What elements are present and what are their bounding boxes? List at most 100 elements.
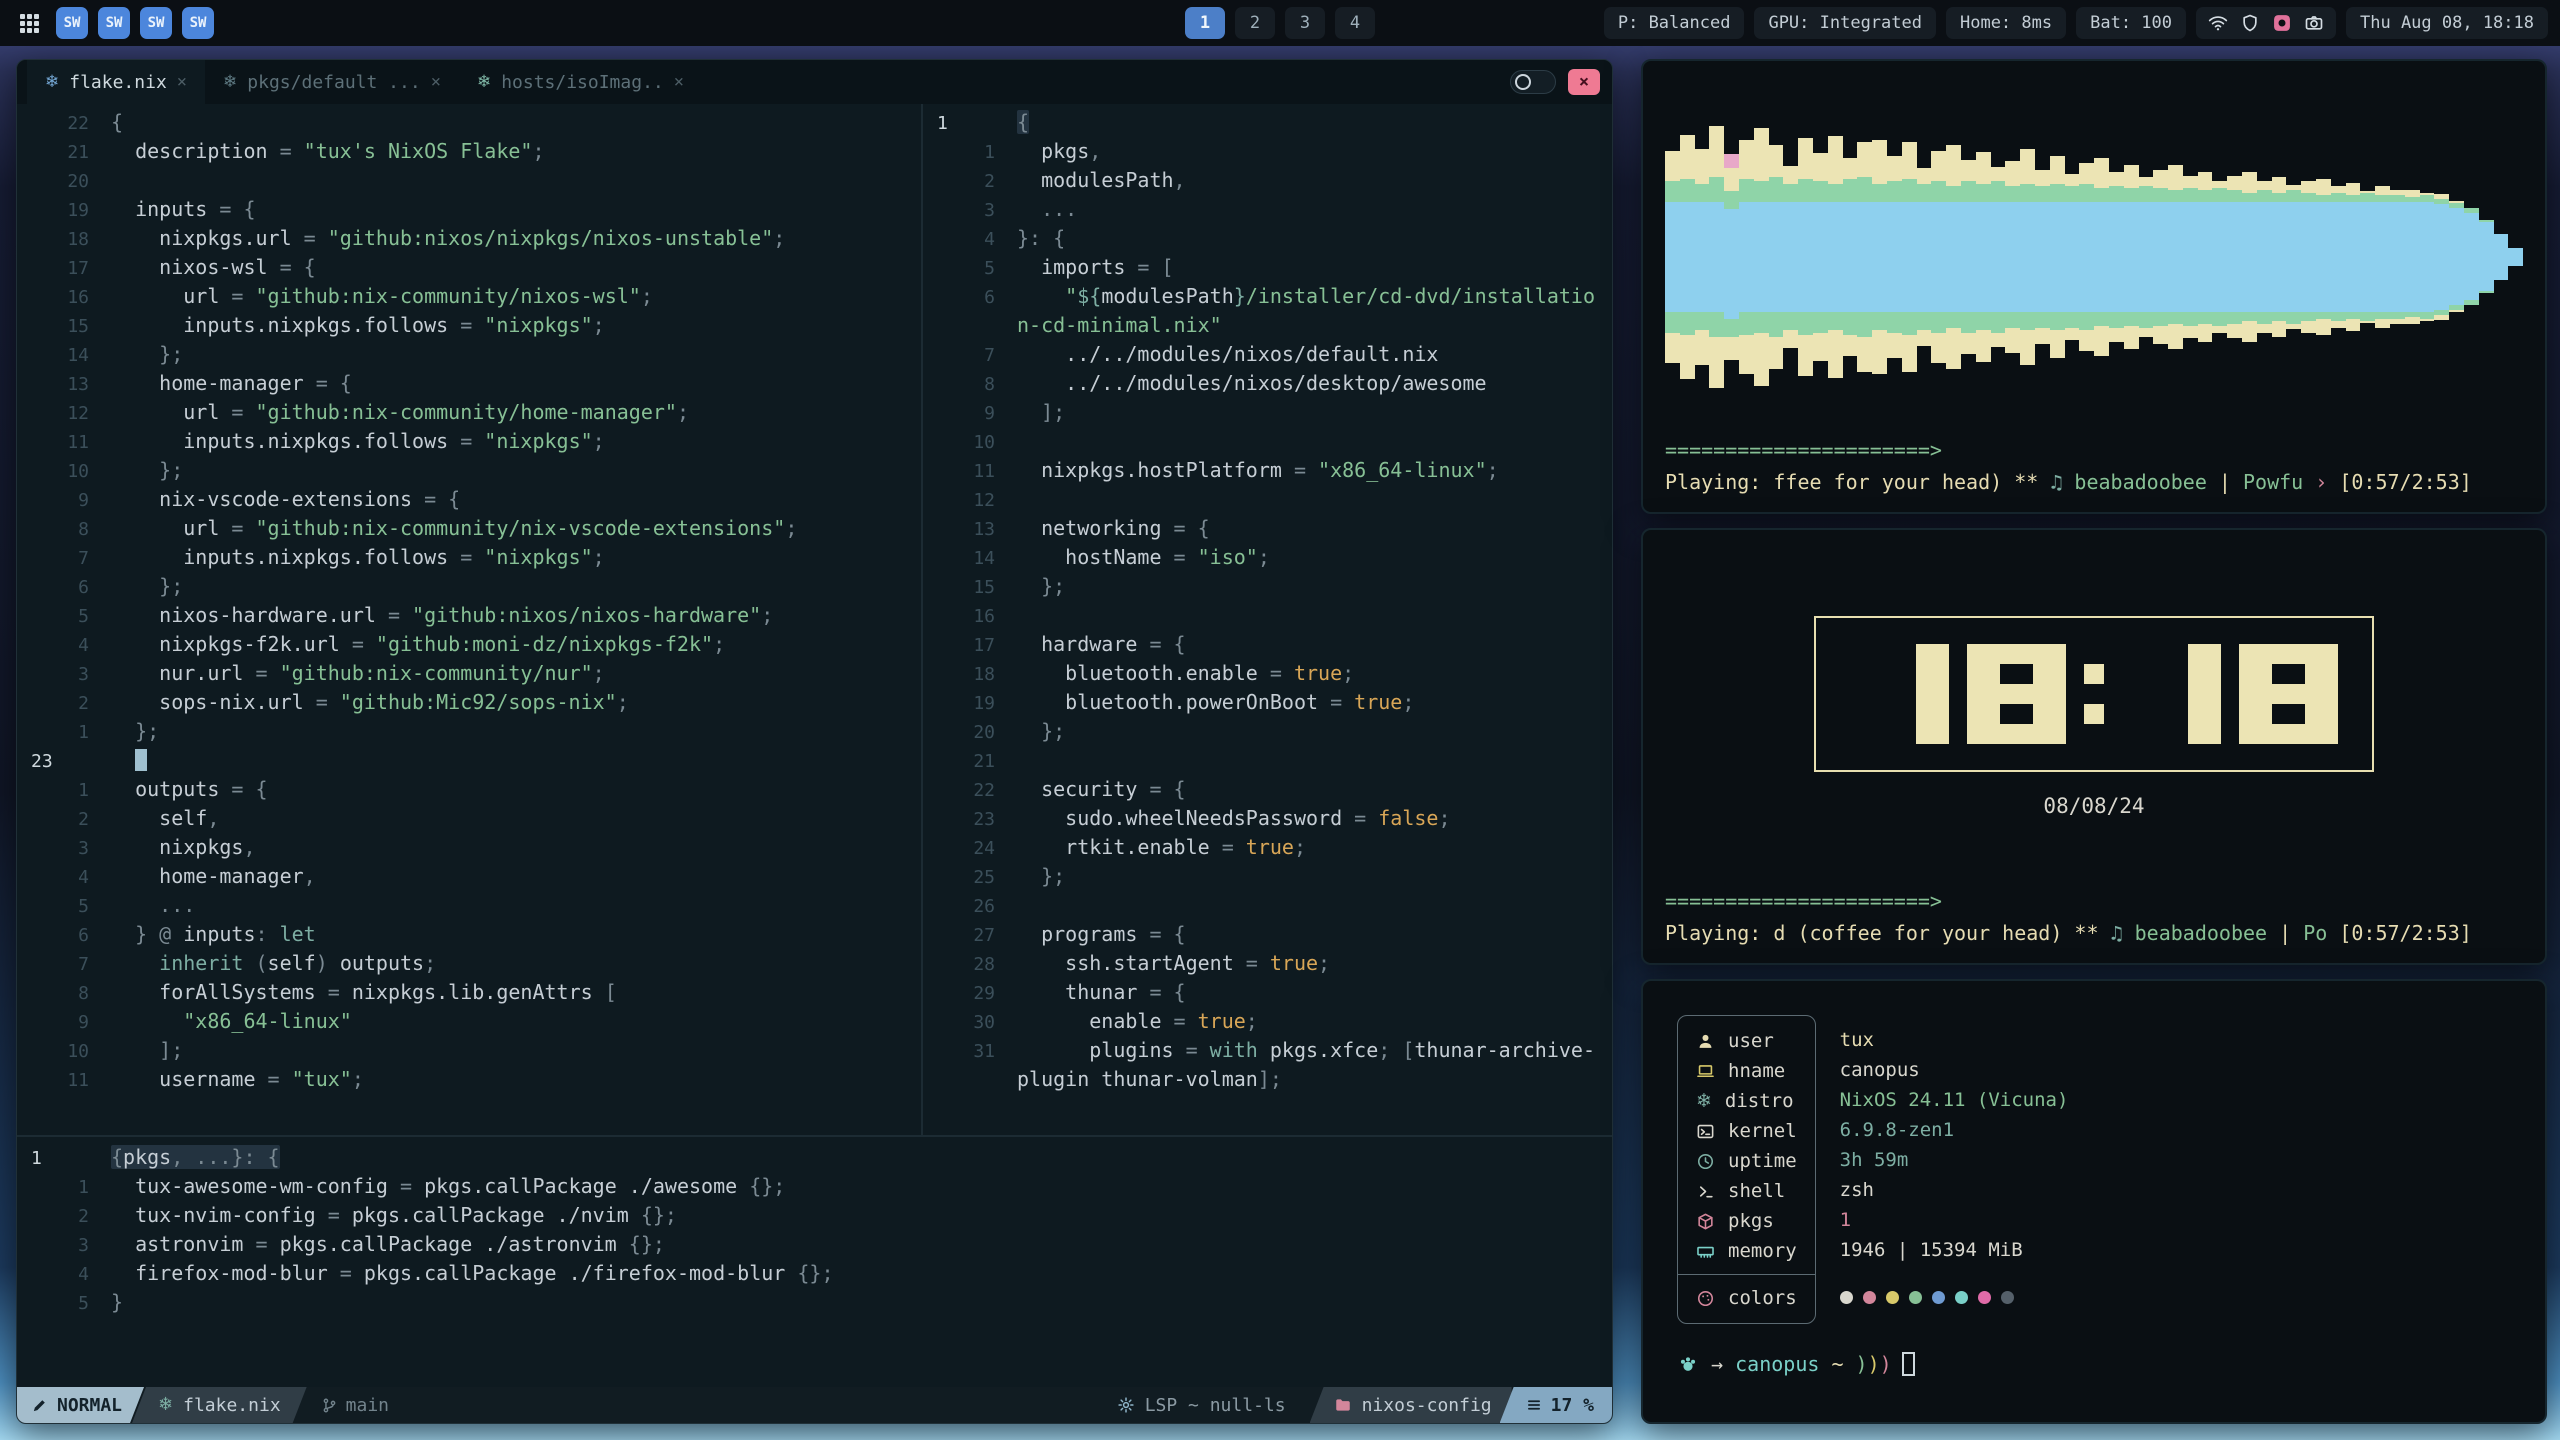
- camera-icon: [2304, 13, 2324, 33]
- mode-label: NORMAL: [57, 1395, 122, 1416]
- clock-date: 08/08/24: [2043, 794, 2144, 818]
- editor-splits: 22{21 description = "tux's NixOS Flake";…: [17, 104, 1612, 1135]
- project-label: nixos-config: [1362, 1395, 1492, 1416]
- scroll-percent: 17 %: [1500, 1387, 1612, 1423]
- fetch-value-kernel: 6.9.8-zen1: [1840, 1115, 2069, 1145]
- code-line: 5 ...: [17, 891, 921, 920]
- code-line: 19 bluetooth.powerOnBoot = true;: [923, 688, 1612, 717]
- code-line: 10 };: [17, 456, 921, 485]
- tab-close-icon[interactable]: ×: [431, 72, 441, 92]
- code-line: 7 ../../modules/nixos/default.nix: [923, 340, 1612, 369]
- editor-tab[interactable]: ❄flake.nix×: [27, 60, 205, 104]
- code-line: 18 bluetooth.enable = true;: [923, 659, 1612, 688]
- tag-button[interactable]: 2: [1235, 7, 1275, 39]
- workspace-button[interactable]: SW: [98, 7, 130, 39]
- code-line: 21 description = "tux's NixOS Flake";: [17, 137, 921, 166]
- tabline: ❄flake.nix×❄pkgs/default ...×❄hosts/isoI…: [17, 60, 1612, 104]
- code-line: 19 inputs = {: [17, 195, 921, 224]
- workspace-list: SW SW SW SW: [56, 7, 214, 39]
- code-line: 1{: [923, 108, 1612, 137]
- wifi-icon: [2208, 13, 2228, 33]
- terminal-color-dots: [1840, 1283, 2069, 1313]
- terminal-icon: [1696, 1122, 1715, 1141]
- fetch-row-distro: ❄distro: [1678, 1086, 1815, 1116]
- shell-prompt: → canopus ~ ))): [1677, 1352, 2519, 1376]
- percent-label: 17 %: [1551, 1395, 1594, 1416]
- code-line: 4 home-manager,: [17, 862, 921, 891]
- fetch-row-user: user: [1678, 1026, 1815, 1056]
- tag-button[interactable]: 3: [1285, 7, 1325, 39]
- window-controls: ×: [1510, 69, 1604, 95]
- system-tray: [2196, 7, 2336, 39]
- digital-clock: [1814, 616, 2374, 772]
- tag-button[interactable]: 1: [1185, 7, 1225, 39]
- recorder-icon[interactable]: [2272, 13, 2292, 33]
- top-bar: SW SW SW SW 1234 P: BalancedGPU: Integrated…: [0, 0, 2560, 46]
- editor-tab[interactable]: ❄pkgs/default ...×: [205, 60, 459, 104]
- code-line: 9 ];: [923, 398, 1612, 427]
- toggle-switch[interactable]: [1510, 70, 1556, 94]
- code-line: 13 networking = {: [923, 514, 1612, 543]
- editor-tab[interactable]: ❄hosts/isoImag..×: [459, 60, 702, 104]
- window-close-button[interactable]: ×: [1568, 69, 1600, 95]
- tab-close-icon[interactable]: ×: [674, 72, 684, 92]
- nix-snowflake-icon: ❄: [477, 74, 491, 91]
- clock-digit: [2084, 644, 2104, 744]
- code-line: 20 };: [923, 717, 1612, 746]
- code-line: 6 };: [17, 572, 921, 601]
- code-line: 2 modulesPath,: [923, 166, 1612, 195]
- wifi-icon[interactable]: [2208, 13, 2228, 33]
- code-line: plugin thunar-volman];: [923, 1065, 1612, 1094]
- pencil-icon: [31, 1397, 48, 1414]
- right-column: ======================> Playing: ffee fo…: [1641, 59, 2547, 1424]
- workspace-button[interactable]: SW: [182, 7, 214, 39]
- shield-icon[interactable]: [2240, 13, 2260, 33]
- code-line: 3 astronvim = pkgs.callPackage ./astronv…: [17, 1230, 1612, 1259]
- workspace-button[interactable]: SW: [140, 7, 172, 39]
- status-chip-list: P: BalancedGPU: IntegratedHome: 8msBat: …: [1604, 7, 2186, 39]
- vim-mode-indicator: NORMAL: [17, 1387, 144, 1423]
- tag-button[interactable]: 4: [1335, 7, 1375, 39]
- vim-cursor: [135, 749, 147, 771]
- code-line: 31 plugins = with pkgs.xfce; [thunar-arc…: [923, 1036, 1612, 1065]
- clock-chip: Thu Aug 08, 18:18: [2346, 7, 2548, 39]
- status-chip: P: Balanced: [1604, 7, 1745, 39]
- visualizer-panel: ======================> Playing: ffee fo…: [1641, 59, 2547, 514]
- code-line: 24 rtkit.enable = true;: [923, 833, 1612, 862]
- tab-close-icon[interactable]: ×: [177, 72, 187, 92]
- nix-snowflake-icon: ❄: [223, 74, 237, 91]
- split-flake-nix: 22{21 description = "tux's NixOS Flake";…: [17, 104, 921, 1135]
- git-branch: main: [321, 1395, 389, 1416]
- code-line: 4 firefox-mod-blur = pkgs.callPackage ./…: [17, 1259, 1612, 1288]
- code-line: 30 enable = true;: [923, 1007, 1612, 1036]
- code-line: 1 pkgs,: [923, 137, 1612, 166]
- code-line: 1 outputs = {: [17, 775, 921, 804]
- code-line: 5}: [17, 1288, 1612, 1317]
- code-line: 2 self,: [17, 804, 921, 833]
- code-line: 12: [923, 485, 1612, 514]
- statusline-right: LSP ~ null-ls nixos-config 17 %: [1117, 1387, 1612, 1423]
- launcher-button[interactable]: [12, 6, 46, 40]
- gear-icon: [1117, 1396, 1135, 1414]
- fetch-value-shell: zsh: [1840, 1175, 2069, 1205]
- camera-icon[interactable]: [2304, 13, 2324, 33]
- code-line: 18 nixpkgs.url = "github:nixos/nixpkgs/n…: [17, 224, 921, 253]
- pencil-icon: [31, 1397, 48, 1414]
- toggle-knob: [1515, 74, 1531, 90]
- desktop: ❄flake.nix×❄pkgs/default ...×❄hosts/isoI…: [0, 46, 2560, 1440]
- lsp-status: LSP ~ null-ls: [1117, 1395, 1286, 1416]
- file-label: flake.nix: [183, 1395, 281, 1416]
- project-name: nixos-config: [1310, 1387, 1512, 1423]
- code-line: 16: [923, 601, 1612, 630]
- clock-panel: 08/08/24 ======================> Playing…: [1641, 528, 2547, 965]
- fetch-row-colors: colors: [1678, 1283, 1815, 1313]
- workspace-button[interactable]: SW: [56, 7, 88, 39]
- code-line: 20: [17, 166, 921, 195]
- fetch-row-shell: shell: [1678, 1176, 1815, 1206]
- code-line: 8 ../../modules/nixos/desktop/awesome: [923, 369, 1612, 398]
- grid-icon: [17, 11, 41, 35]
- fetch-value-pkgs: 1: [1840, 1205, 2069, 1235]
- code-line: 14 };: [17, 340, 921, 369]
- code-line: 25 };: [923, 862, 1612, 891]
- folder-icon: [1334, 1396, 1352, 1414]
